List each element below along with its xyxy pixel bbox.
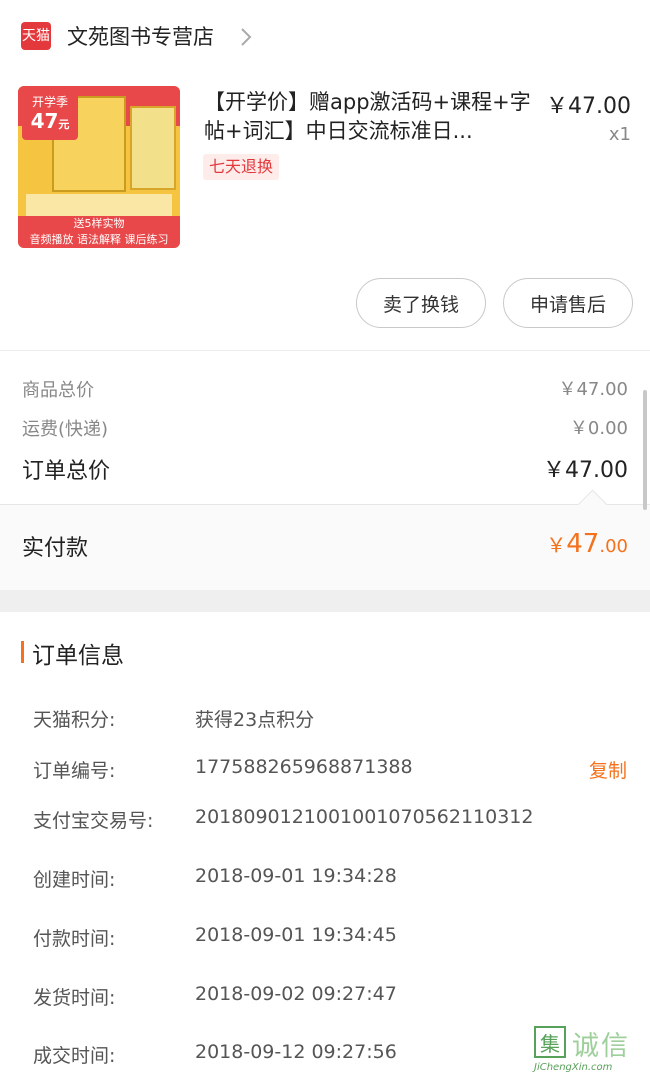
created-time-value: 2018-09-01 19:34:28: [195, 865, 397, 887]
completed-time-label: 成交时间:: [33, 1045, 116, 1067]
product-title[interactable]: 【开学价】赠app激活码+课程+字帖+词汇】中日交流标准日...: [204, 88, 534, 146]
paid-amount-panel: 实付款 ￥47.00: [0, 489, 650, 591]
created-time-label: 创建时间:: [33, 869, 116, 891]
watermark-name: 诚信: [572, 1031, 630, 1062]
watermark-logo-icon: 集: [534, 1026, 566, 1058]
thumbnail-footer-text: 音频播放 语法解释 课后练习: [29, 233, 169, 246]
shipped-time-value: 2018-09-02 09:27:47: [195, 983, 397, 1005]
watermark: 集 诚信 JiChengXin.com: [534, 1024, 650, 1076]
shipping-label: 运费(快递): [22, 419, 109, 440]
thumbnail-badge-price: 47: [30, 109, 59, 134]
order-number-label: 订单编号:: [33, 760, 116, 782]
goods-total-value: ￥47.00: [558, 379, 628, 400]
thumbnail-banner-text: 送5样实物: [73, 217, 125, 230]
chevron-right-icon[interactable]: [236, 26, 256, 48]
thumbnail-price-badge: 开学季 47元: [22, 92, 78, 140]
store-header[interactable]: 天猫 文苑图书专营店: [0, 0, 650, 74]
thumbnail-cards: [26, 194, 172, 216]
paid-decimal: .00: [599, 536, 628, 557]
section-gap: [0, 590, 650, 612]
sell-button[interactable]: 卖了换钱: [356, 278, 486, 328]
thumbnail-banner-bottom: 送5样实物 音频播放 语法解释 课后练习: [18, 216, 180, 248]
order-total-label: 订单总价: [22, 459, 111, 484]
thumbnail-badge-top: 开学季: [31, 95, 68, 109]
shipping-value: ￥0.00: [569, 418, 628, 439]
thumbnail-book-secondary: [130, 106, 176, 190]
points-value: 获得23点积分: [195, 709, 315, 731]
caret-up-icon: [577, 489, 608, 520]
points-label: 天猫积分:: [33, 709, 116, 731]
goods-total-label: 商品总价: [22, 380, 94, 401]
order-total-value: ￥47.00: [543, 458, 628, 483]
completed-time-value: 2018-09-12 09:27:56: [195, 1041, 397, 1063]
store-name[interactable]: 文苑图书专营店: [67, 22, 214, 52]
scrollbar[interactable]: [643, 390, 647, 510]
paid-value: ￥47.00: [546, 529, 628, 559]
order-info-title: 订单信息: [32, 643, 124, 669]
shipped-time-label: 发货时间:: [33, 987, 116, 1009]
alipay-trade-label: 支付宝交易号:: [33, 810, 154, 832]
order-number-value: 177588265968871388: [195, 756, 413, 778]
product-quantity: x1: [608, 124, 631, 145]
return-policy-badge: 七天退换: [203, 154, 280, 180]
paid-currency: ￥: [546, 533, 567, 557]
paid-time-value: 2018-09-01 19:34:45: [195, 924, 397, 946]
divider: [0, 350, 650, 351]
after-sale-button[interactable]: 申请售后: [503, 278, 633, 328]
tmall-logo: 天猫: [21, 22, 51, 50]
section-accent-bar: [21, 641, 24, 663]
paid-time-label: 付款时间:: [33, 928, 116, 950]
copy-button[interactable]: 复制: [589, 756, 627, 783]
product-thumbnail[interactable]: 开学季 47元 送5样实物 音频播放 语法解释 课后练习: [18, 86, 180, 248]
paid-label: 实付款: [22, 536, 89, 561]
alipay-trade-value: 2018090121001001070562110312: [195, 806, 534, 828]
product-item[interactable]: 开学季 47元 送5样实物 音频播放 语法解释 课后练习 【开学价】赠app激活…: [0, 74, 650, 264]
paid-integer: 47: [566, 529, 600, 559]
thumbnail-badge-unit: 元: [58, 118, 70, 132]
product-price: ￥47.00: [546, 94, 631, 119]
watermark-url: JiChengXin.com: [534, 1062, 613, 1073]
